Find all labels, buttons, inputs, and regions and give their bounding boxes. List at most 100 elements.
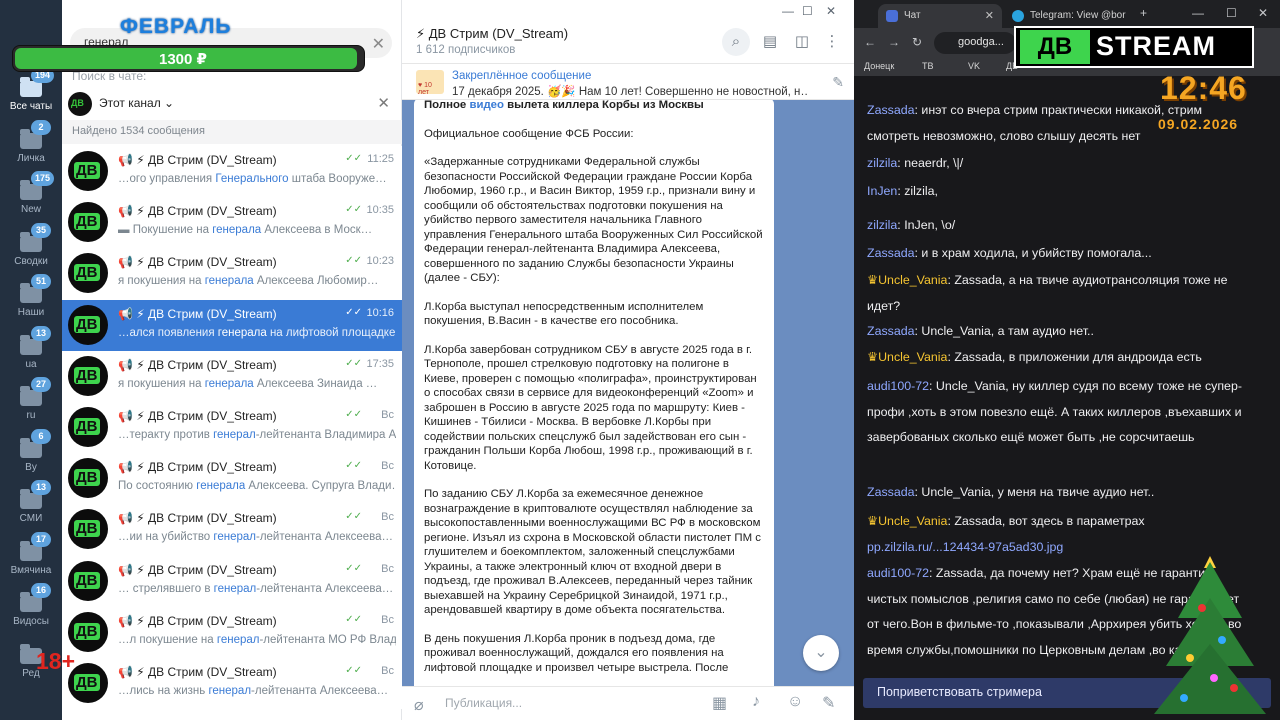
reload-icon[interactable]: ↻ <box>912 35 922 49</box>
maximize-icon[interactable]: ☐ <box>802 4 813 18</box>
chat-message: Zassada: Uncle_Vania, а там аудио нет.. <box>867 324 1094 338</box>
clear-search-icon[interactable]: ✕ <box>372 34 385 54</box>
pin-list-icon[interactable]: ✎ <box>832 74 844 91</box>
more-menu-icon[interactable]: ⋮ <box>818 28 846 56</box>
search-result-row[interactable]: 📢 ⚡ ДВ Стрим (DV_Stream) ✓✓ 10:35 ▬ Покушен… <box>62 197 402 249</box>
channel-title[interactable]: ⚡ ДВ Стрим (DV_Stream) <box>416 26 568 42</box>
chat-text: Uncle_Vania, а там аудио нет.. <box>921 324 1094 338</box>
tab-bar: Чат ✕ Telegram: View @bor + — ☐ ✕ <box>854 0 1280 28</box>
search-scope-filter[interactable]: ДВ Этот канал ⌄ ✕ <box>62 90 402 118</box>
folder-9[interactable]: 17 Вмячина <box>0 530 62 578</box>
message-input[interactable]: Публикация... <box>445 696 522 710</box>
message-bubble: Полное видео вылета киллера Корбы из Мос… <box>414 100 774 686</box>
chat-text: zilzila, <box>904 184 938 198</box>
pinned-message-bar[interactable]: ♥ 10 лет Закреплённое сообщение 17 декаб… <box>402 64 854 100</box>
search-result-row[interactable]: 📢 ⚡ ДВ Стрим (DV_Stream) ✓✓ Вс По состоянию… <box>62 453 402 505</box>
search-scope-label[interactable]: Этот канал ⌄ <box>99 96 174 110</box>
close-window-icon[interactable]: ✕ <box>1258 6 1268 20</box>
chat-text: Zassada, вот здесь в параметрах <box>954 514 1145 528</box>
chat-username[interactable]: Zassada <box>867 324 915 338</box>
search-result-row[interactable]: 📢 ⚡ ДВ Стрим (DV_Stream) ✓✓ Вс …лись на жиз… <box>62 657 402 710</box>
folder-4[interactable]: 51 Наши <box>0 272 62 320</box>
chat-username[interactable]: audi100-72 <box>867 379 929 393</box>
search-icon[interactable]: ⌕ <box>722 28 750 56</box>
bookmark[interactable]: VK <box>968 61 980 71</box>
folder-3[interactable]: 35 Сводки <box>0 221 62 269</box>
pinned-text: 17 декабря 2025. 🥳🎉 Нам 10 лет! Совершен… <box>452 86 807 98</box>
address-bar[interactable]: goodga... <box>934 32 1016 54</box>
maximize-icon[interactable]: ☐ <box>1226 6 1237 20</box>
folder-label: Видосы <box>13 616 49 627</box>
channel-avatar <box>68 458 108 499</box>
search-result-row[interactable]: 📢 ⚡ ДВ Стрим (DV_Stream) ✓✓ Вс …ии на убийс… <box>62 504 402 556</box>
search-result-row[interactable]: 📢 ⚡ ДВ Стрим (DV_Stream) ✓✓ 11:25 …ого упра… <box>62 146 402 198</box>
read-check-icon: ✓✓ <box>345 306 362 318</box>
comments-icon[interactable]: ▤ <box>756 28 784 56</box>
minimize-icon[interactable]: — <box>1192 6 1204 20</box>
folder-5[interactable]: 13 ua <box>0 324 62 372</box>
chat-username[interactable]: Zassada <box>867 246 915 260</box>
search-result-row[interactable]: 📢 ⚡ ДВ Стрим (DV_Stream) ✓✓ 17:35 я покушен… <box>62 350 402 402</box>
folder-10[interactable]: 16 Видосы <box>0 581 62 629</box>
back-icon[interactable]: ← <box>864 35 876 49</box>
folder-1[interactable]: 2 Личка <box>0 118 62 166</box>
chat-username[interactable]: Uncle_Vania <box>878 273 947 287</box>
chat-username[interactable]: zilzila <box>867 156 897 170</box>
channel-avatar <box>68 611 108 652</box>
bookmark[interactable]: Донецк <box>864 61 894 71</box>
message-time: Вс <box>381 408 394 421</box>
folder-8[interactable]: 13 СМИ <box>0 478 62 526</box>
voice-icon[interactable]: ✎ <box>822 693 835 713</box>
search-result-row[interactable]: 📢 ⚡ ДВ Стрим (DV_Stream) ✓✓ Вс …теракту про… <box>62 401 402 454</box>
message-headline: Полное видео вылета киллера Корбы из Мос… <box>424 100 704 111</box>
emoji-icon[interactable]: ☺ <box>787 693 803 711</box>
chat-text: инэт со вчера стрим практически никакой,… <box>867 103 1203 143</box>
tab-telegram[interactable]: Telegram: View @bor <box>1004 4 1134 28</box>
close-filter-icon[interactable]: ✕ <box>377 94 390 112</box>
chat-name: 📢 ⚡ ДВ Стрим (DV_Stream) <box>118 153 277 167</box>
search-result-row[interactable]: 📢 ⚡ ДВ Стрим (DV_Stream) ✓✓ 10:16 …ался поя… <box>62 299 402 351</box>
sidebar-toggle-icon[interactable]: ◫ <box>788 28 816 56</box>
message-preview: ▬ Покушение на генерала Алексеева в Моск… <box>118 224 373 237</box>
search-result-row[interactable]: 📢 ⚡ ДВ Стрим (DV_Stream) ✓✓ Вс … стрелявшег… <box>62 555 402 607</box>
channel-avatar <box>68 560 108 601</box>
pinned-title: Закреплённое сообщение <box>452 70 592 82</box>
chat-username[interactable]: zilzila <box>867 218 897 232</box>
folder-2[interactable]: 175 New <box>0 169 62 217</box>
bookmark[interactable]: ТВ <box>922 61 934 71</box>
attach-icon[interactable]: ⌀ <box>414 695 424 715</box>
chat-username[interactable]: audi100-72 <box>867 566 929 580</box>
schedule-icon[interactable]: ▦ <box>712 693 727 713</box>
search-result-row[interactable]: 📢 ⚡ ДВ Стрим (DV_Stream) ✓✓ 10:23 я покушен… <box>62 248 402 300</box>
folder-6[interactable]: 27 ru <box>0 375 62 423</box>
chat-text: и в храм ходила, и убийству помогала... <box>921 246 1152 260</box>
notification-bell-icon[interactable]: ♪ <box>752 693 760 711</box>
forward-icon[interactable]: → <box>888 35 900 49</box>
chat-username[interactable]: Zassada <box>867 103 915 117</box>
chat-username[interactable]: Uncle_Vania <box>878 350 947 364</box>
tab-chat[interactable]: Чат ✕ <box>878 4 1002 28</box>
logo-dv: ДВ <box>1020 30 1090 64</box>
unread-badge: 35 <box>31 222 51 238</box>
chat-text: InJen, \o/ <box>904 218 956 232</box>
search-result-row[interactable]: 📢 ⚡ ДВ Стрим (DV_Stream) ✓✓ Вс …л покушение… <box>62 606 402 658</box>
close-tab-icon[interactable]: ✕ <box>985 9 994 22</box>
folder-7[interactable]: 6 By <box>0 427 62 475</box>
chat-message: zilzila: neaerdr, \|/ <box>867 156 964 170</box>
new-tab-icon[interactable]: + <box>1140 6 1147 20</box>
chat-link[interactable]: pp.zilzila.ru/...124434-97a5ad30.jpg <box>867 540 1063 554</box>
chat-text: neaerdr, \|/ <box>904 156 964 170</box>
chat-username[interactable]: InJen <box>867 184 897 198</box>
chat-username[interactable]: Zassada <box>867 485 915 499</box>
unread-badge: 2 <box>31 119 51 135</box>
video-link[interactable]: видео <box>469 100 504 111</box>
folder-0[interactable]: 194 Все чаты <box>0 66 62 114</box>
folder-icon <box>20 180 42 200</box>
scroll-down-button[interactable]: ⌄ <box>803 635 839 671</box>
message-time: 10:35 <box>366 204 394 217</box>
minimize-icon[interactable]: — <box>782 4 794 18</box>
unread-badge: 16 <box>31 583 51 598</box>
close-window-icon[interactable]: ✕ <box>826 4 836 18</box>
composer: ⌀ Публикация... ▦ ♪ ☺ ✎ <box>402 686 854 720</box>
chat-username[interactable]: Uncle_Vania <box>878 514 947 528</box>
